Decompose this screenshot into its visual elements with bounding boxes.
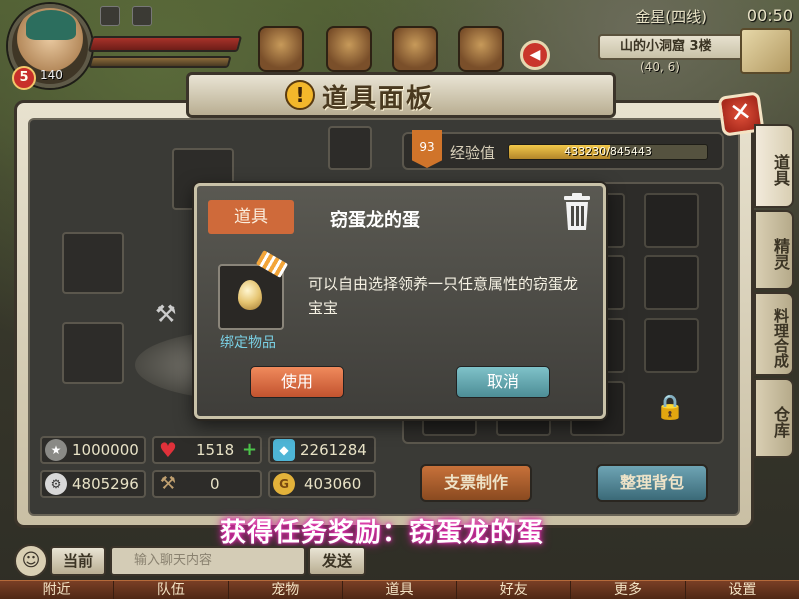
chat-send-button[interactable]: 发送 — [308, 546, 366, 576]
lock-icon[interactable]: 🔒 — [648, 385, 692, 429]
top-menu-button-4[interactable] — [458, 26, 504, 72]
equip-slot-accessory[interactable] — [62, 322, 124, 384]
player-hp-value: 140 — [40, 68, 63, 82]
nav-pets[interactable]: 宠物 — [229, 581, 343, 599]
currency-star: ★ 1000000 — [40, 436, 146, 464]
nav-team[interactable]: 队伍 — [114, 581, 229, 599]
use-button[interactable]: 使用 — [250, 366, 344, 398]
experience-bar: 433230/845443 — [508, 144, 708, 160]
gear-icon: ⚙ — [45, 473, 67, 495]
equip-slot-ring[interactable] — [62, 232, 124, 294]
currency-gold: G 403060 — [268, 470, 376, 498]
popup-item-name: 窃蛋龙的蛋 — [330, 210, 420, 231]
currency-diamond: ◆ 2261284 — [268, 436, 376, 464]
nav-more[interactable]: 更多 — [571, 581, 686, 599]
world-map-icon[interactable] — [740, 28, 792, 74]
clock: 00:50 — [746, 6, 793, 25]
gold-coin-icon: G — [273, 473, 295, 495]
chat-channel-button[interactable]: 当前 — [50, 546, 106, 576]
axe-icon: ⚒ — [155, 300, 177, 328]
tab-warehouse[interactable]: 仓库 — [754, 378, 794, 458]
top-menu-button-2[interactable] — [326, 26, 372, 72]
location-coords: (40, 6) — [640, 60, 680, 74]
bound-item-label: 绑定物品 — [220, 335, 276, 351]
nav-nearby[interactable]: 附近 — [0, 581, 115, 599]
chat-input[interactable]: 输入聊天内容 — [110, 546, 306, 576]
minimap-toggle-button[interactable]: ◀ — [520, 40, 550, 70]
sort-bag-button[interactable]: 整理背包 — [596, 464, 708, 502]
shop-button[interactable] — [392, 26, 438, 72]
currency-gear: ⚙ 4805296 — [40, 470, 146, 498]
tab-pets[interactable]: 精灵 — [754, 210, 794, 290]
mp-bar — [88, 56, 232, 68]
equip-slot-special[interactable] — [328, 126, 372, 170]
avatar-hair — [26, 10, 76, 40]
inventory-slot[interactable] — [644, 255, 699, 310]
star-icon: ★ — [45, 439, 67, 461]
tab-cooking[interactable]: 料理合成 — [754, 292, 794, 376]
tab-items[interactable]: 道具 — [754, 124, 794, 208]
nav-settings[interactable]: 设置 — [686, 581, 799, 599]
bottom-navigation: 附近 队伍 宠物 道具 好友 更多 设置 — [0, 580, 799, 599]
server-name: 金星(四线) — [635, 8, 707, 26]
heart-icon: ♥ — [159, 438, 177, 462]
hp-bar — [87, 36, 243, 52]
hammer-icon: ⚒ — [159, 473, 177, 494]
reward-notification: 获得任务奖励：窃蛋龙的蛋 — [220, 518, 545, 548]
currency-hammer: ⚒ 0 — [152, 470, 262, 498]
make-ticket-button[interactable]: 支票制作 — [420, 464, 532, 502]
player-level-badge: 5 — [12, 66, 36, 90]
top-menu-button-1[interactable] — [258, 26, 304, 72]
experience-text: 433230/845443 — [564, 145, 652, 158]
emoji-button[interactable]: ☺ — [14, 544, 48, 578]
nav-items[interactable]: 道具 — [343, 581, 458, 599]
buff-icon[interactable] — [100, 6, 120, 26]
trash-icon[interactable] — [558, 192, 596, 232]
inventory-slot[interactable] — [644, 318, 699, 373]
inventory-slot[interactable] — [644, 193, 699, 248]
currency-heart: ♥ 1518 + — [152, 436, 262, 464]
cancel-button[interactable]: 取消 — [456, 366, 550, 398]
location-name: 山的小洞窟 3楼 — [598, 34, 748, 60]
status-icon[interactable] — [132, 6, 152, 26]
popup-description: 可以自由选择领养一只任意属性的窃蛋龙宝宝 — [308, 275, 579, 317]
alert-icon: ! — [285, 80, 315, 110]
level-flag: 93 — [412, 130, 442, 168]
panel-title: 道具面板 — [322, 84, 435, 114]
add-hp-button[interactable]: + — [242, 438, 257, 462]
experience-label: 经验值 — [450, 144, 496, 162]
nav-friends[interactable]: 好友 — [457, 581, 572, 599]
egg-icon — [238, 280, 262, 310]
diamond-icon: ◆ — [273, 439, 295, 461]
popup-category-tag: 道具 — [208, 200, 294, 234]
